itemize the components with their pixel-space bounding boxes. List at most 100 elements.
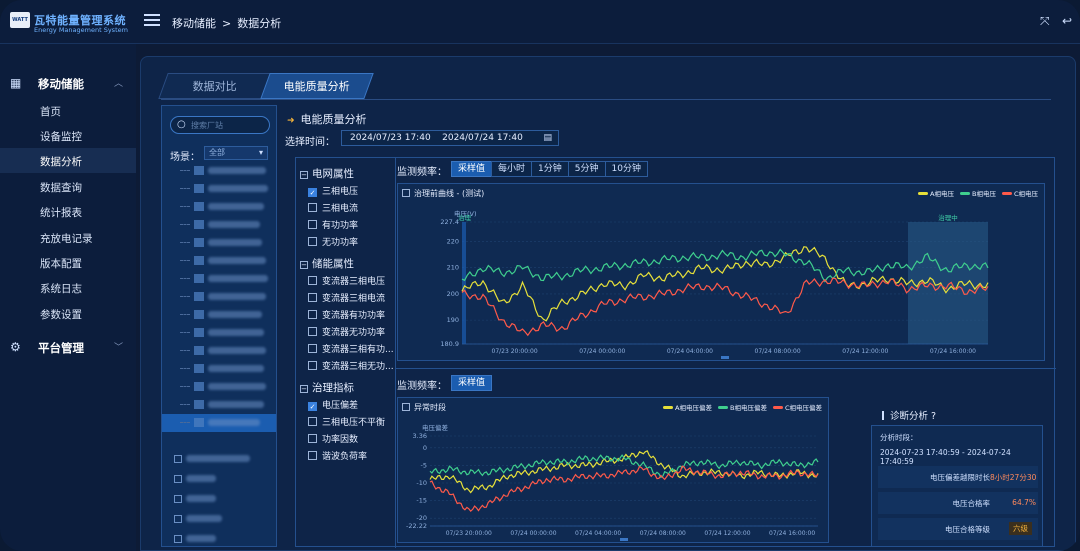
checkbox-three-phase-current[interactable]: 三相电流: [308, 201, 358, 214]
tree-node[interactable]: [176, 324, 276, 342]
tree-group[interactable]: [174, 510, 274, 528]
diag-value: 8小时27分30: [990, 473, 1036, 482]
breadcrumb-parent[interactable]: 移动储能: [172, 17, 216, 30]
tree-node[interactable]: [176, 216, 276, 234]
analysis-content: ➜ 电能质量分析 选择时间： 2024/07/23 17:40 2024/07/2…: [285, 105, 1056, 548]
y-tick-label: -20: [416, 514, 427, 522]
checkbox-three-phase-voltage[interactable]: ✓ 三相电压: [308, 184, 358, 197]
freq-option-sample[interactable]: 采样值: [451, 161, 493, 177]
scene-label: 场景：: [170, 152, 200, 163]
tree-node[interactable]: [176, 198, 276, 216]
voltage-chart-panel: 治理前曲线 - (测试) A相电压 B相电压 C相电压 电压(V) 227.4 22…: [397, 183, 1045, 361]
tree-node[interactable]: [176, 252, 276, 270]
checkbox-voltage-deviation[interactable]: ✓ 电压偏差: [308, 398, 358, 411]
zoom-handle[interactable]: [620, 538, 628, 541]
sidebar-item-version-config[interactable]: 版本配置: [0, 250, 136, 275]
collapse-icon: −: [300, 171, 308, 179]
tree-group[interactable]: [174, 490, 274, 508]
storage-attrs-group[interactable]: − 储能属性: [300, 256, 354, 271]
sidebar-group-label: 平台管理: [38, 341, 84, 355]
diagnosis-panel: 诊断分析 ? 分析时段： 2024-07-23 17:40:59 - 2024-…: [871, 411, 1043, 547]
y-tick-label: 220: [447, 237, 459, 245]
fullscreen-icon[interactable]: ⤧: [1040, 14, 1054, 28]
sidebar-item-reports[interactable]: 统计报表: [0, 199, 136, 224]
sidebar-group-platform[interactable]: ⚙ 平台管理 ﹀: [0, 332, 136, 362]
sidebar-item-label: 数据查询: [40, 182, 82, 194]
tree-node-selected[interactable]: [162, 414, 276, 432]
analysis-period-label: 分析时段：: [880, 433, 918, 442]
checkbox-pcs-phase-active[interactable]: 变流器三相有功...: [308, 342, 394, 355]
tree-node[interactable]: [176, 270, 276, 288]
checkbox-pcs-reactive-power[interactable]: 变流器无功功率: [308, 325, 385, 338]
gear-icon: ⚙: [10, 340, 21, 354]
app-subtitle: Energy Management System: [34, 26, 128, 34]
station-icon: [194, 184, 204, 193]
tree-node[interactable]: [176, 396, 276, 414]
y-axis-unit: 电压偏差: [422, 423, 449, 432]
tab-power-quality[interactable]: 电能质量分析: [260, 73, 374, 99]
tree-node[interactable]: [176, 342, 276, 360]
sidebar-group-mobile-storage[interactable]: ▦ 移动储能 ︿: [0, 68, 136, 98]
scene-select[interactable]: 全部 ▾: [204, 146, 268, 160]
diag-value: 64.7%: [1012, 498, 1036, 507]
station-icon: [194, 256, 204, 265]
checkbox-pcs-voltage[interactable]: 变流器三相电压: [308, 274, 385, 287]
freq-option-5min[interactable]: 5分钟: [567, 161, 606, 177]
y-tick-label: 227.4: [440, 218, 459, 226]
section-title: ➜ 电能质量分析: [287, 111, 367, 127]
grid-attrs-group[interactable]: − 电网属性: [300, 166, 354, 181]
checkbox-pcs-current[interactable]: 变流器三相电流: [308, 291, 385, 304]
sidebar-item-data-query[interactable]: 数据查询: [0, 174, 136, 199]
menu-toggle-icon[interactable]: [144, 14, 160, 28]
sidebar-item-home[interactable]: 首页: [0, 98, 136, 123]
diag-row-grade: 电压合格等级 六级: [878, 518, 1038, 540]
checkbox-box: [308, 310, 317, 319]
tree-group[interactable]: [174, 530, 274, 548]
gov-attrs-group[interactable]: − 治理指标: [300, 380, 354, 395]
checkbox-reactive-power[interactable]: 无功功率: [308, 235, 358, 248]
zoom-handle[interactable]: [721, 356, 729, 359]
tree-group[interactable]: [174, 470, 274, 488]
tab-data-compare[interactable]: 数据对比: [158, 73, 272, 99]
breadcrumb: 移动储能 > 数据分析: [172, 15, 281, 31]
checkbox-voltage-unbalance[interactable]: 三相电压不平衡: [308, 415, 385, 428]
sidebar-item-parameters[interactable]: 参数设置: [0, 301, 136, 326]
group-label: 治理指标: [312, 382, 354, 394]
time-start: 2024/07/23 17:40: [350, 133, 431, 143]
tree-node[interactable]: [176, 162, 276, 180]
tab-divider: [161, 99, 1051, 100]
tree-node[interactable]: [176, 288, 276, 306]
checkbox-label: 电压偏差: [322, 401, 359, 411]
station-icon: [194, 310, 204, 319]
tree-node[interactable]: [176, 378, 276, 396]
station-search-input[interactable]: ○ 搜索厂站: [170, 116, 270, 134]
freq-option-1min[interactable]: 1分钟: [531, 161, 569, 177]
tab-label: 数据对比: [192, 80, 237, 93]
checkbox-harmonic-load[interactable]: 谐波负荷率: [308, 449, 367, 462]
sidebar-item-label: 充放电记录: [40, 233, 93, 245]
checkbox-label: 变流器三相电压: [322, 277, 386, 287]
freq-option-10min[interactable]: 10分钟: [604, 161, 648, 177]
freq-option-hourly[interactable]: 每小时: [491, 161, 533, 177]
sidebar-item-data-analysis[interactable]: 数据分析: [0, 148, 136, 173]
freq-option-sample[interactable]: 采样值: [451, 375, 493, 391]
sidebar-item-system-log[interactable]: 系统日志: [0, 275, 136, 300]
sidebar-item-device-monitor[interactable]: 设备监控: [0, 123, 136, 148]
sidebar-item-charge-records[interactable]: 充放电记录: [0, 225, 136, 250]
tree-node[interactable]: [176, 306, 276, 324]
tree-node[interactable]: [176, 234, 276, 252]
logout-icon[interactable]: ↩: [1062, 14, 1076, 28]
tree-node[interactable]: [176, 180, 276, 198]
checkbox-power-factor[interactable]: 功率因数: [308, 432, 358, 445]
tree-node[interactable]: [176, 360, 276, 378]
sidebar-item-label: 设备监控: [40, 131, 82, 143]
checkbox-pcs-phase-reactive[interactable]: 变流器三相无功...: [308, 359, 394, 372]
help-icon[interactable]: ?: [931, 411, 936, 422]
station-icon: [194, 346, 204, 355]
sidebar-item-label: 统计报表: [40, 207, 82, 219]
time-range-picker[interactable]: 2024/07/23 17:40 2024/07/24 17:40 ▤: [341, 130, 559, 146]
tree-group[interactable]: [174, 450, 274, 468]
group-label: 电网属性: [312, 168, 354, 180]
checkbox-pcs-active-power[interactable]: 变流器有功功率: [308, 308, 385, 321]
checkbox-active-power[interactable]: 有功功率: [308, 218, 358, 231]
